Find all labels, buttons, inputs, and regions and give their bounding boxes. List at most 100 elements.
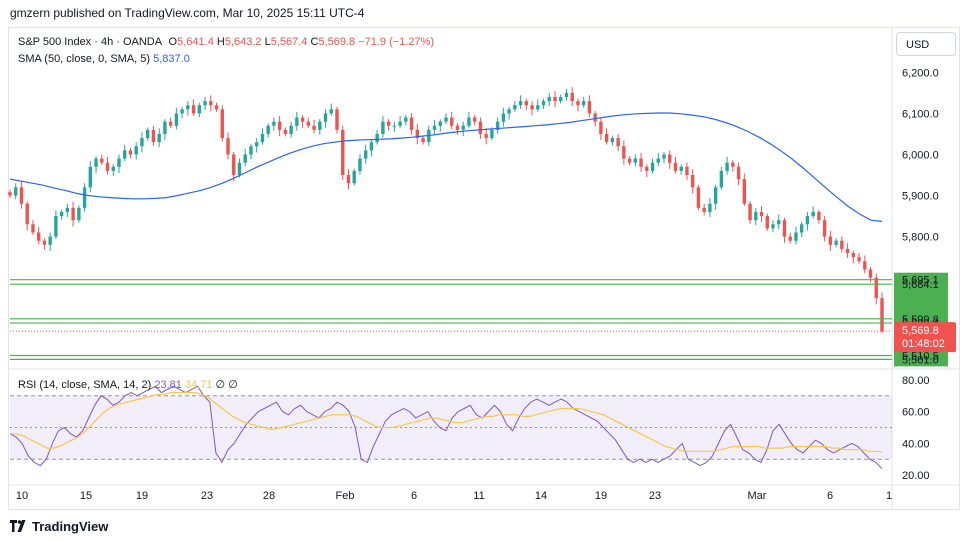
chart-canvas[interactable]: 6,200.06,100.06,000.05,900.05,800.05,695… [0, 0, 970, 545]
candle-body [484, 133, 488, 139]
candle-body [323, 113, 328, 122]
candle-body [547, 97, 551, 102]
candle-body [8, 192, 12, 196]
candle-body [794, 232, 798, 241]
candle-body [398, 121, 402, 126]
candle-body [817, 211, 821, 221]
candle-body [128, 150, 133, 155]
rsi-tick-label: 20.00 [902, 470, 930, 482]
candle-body [54, 216, 58, 237]
tradingview-brand: TradingView [32, 519, 109, 534]
sma-label[interactable]: SMA (50, close, 0, SMA, 5) [18, 53, 150, 65]
candle-body [59, 211, 64, 217]
time-tick-label: 11 [473, 490, 484, 502]
candle-body [501, 113, 506, 122]
candle-body [14, 187, 18, 196]
candle-body [220, 109, 224, 139]
rsi-legend[interactable]: RSI (14, close, SMA, 14, 2) 23.81 34.71 … [18, 378, 238, 391]
time-tick-label: 23 [201, 490, 213, 502]
candle-body [828, 236, 833, 245]
candle-body [25, 203, 29, 225]
candle-body [71, 207, 75, 221]
candle-body [811, 211, 815, 217]
candle-body [421, 138, 425, 143]
candle-body [100, 158, 104, 163]
candle-body [662, 154, 666, 159]
candle-body [88, 166, 93, 188]
candle-body [48, 236, 52, 245]
candle-body [759, 211, 764, 217]
candle-body [604, 133, 609, 143]
rsi-value: 23.81 [154, 379, 182, 391]
candle-body [725, 162, 729, 171]
candle-body [123, 150, 127, 159]
candle-body [19, 187, 24, 204]
candle-body [673, 162, 678, 171]
candle-body [570, 92, 574, 102]
candle-body [754, 211, 758, 221]
candle-body [94, 158, 98, 167]
candle-body [868, 269, 873, 278]
candle-body [490, 129, 494, 139]
symbol-name[interactable]: S&P 500 Index · 4h · OANDA [18, 36, 161, 48]
candle-body [289, 125, 293, 134]
tradingview-logo-icon [10, 520, 26, 532]
candle-body [409, 117, 414, 130]
candle-body [254, 142, 259, 147]
change-value: −71.9 (−1.27%) [358, 36, 435, 48]
candle-body [341, 129, 345, 176]
candle-body [300, 117, 305, 122]
time-tick-label: 1 [886, 490, 892, 502]
candle-body [203, 101, 207, 106]
candle-body [668, 154, 672, 163]
time-tick-label: 19 [595, 490, 607, 502]
candle-body [369, 142, 374, 151]
currency-button[interactable]: USD [896, 32, 956, 56]
candle-body [163, 121, 167, 134]
candle-body [232, 154, 236, 176]
candle-body [736, 166, 741, 180]
candle-body [174, 113, 179, 126]
time-tick-label: 19 [136, 490, 148, 502]
symbol-legend[interactable]: S&P 500 Index · 4h · OANDA O5,641.4 H5,6… [18, 36, 434, 48]
candle-body [455, 125, 460, 130]
candle-body [306, 121, 311, 126]
candle-body [564, 92, 569, 98]
time-tick-label: 6 [827, 490, 833, 502]
candle-body [650, 162, 655, 171]
candles-group [8, 87, 884, 334]
candle-body [249, 146, 253, 155]
candle-body [536, 105, 540, 110]
candle-body [581, 101, 586, 106]
candle-body [467, 117, 471, 126]
candle-body [168, 121, 173, 126]
low-value: 5,567.4 [270, 36, 308, 48]
candle-body [472, 117, 477, 122]
candle-body [685, 166, 689, 176]
candle-body [312, 125, 316, 130]
time-tick-label: Feb [336, 490, 355, 502]
sma-legend[interactable]: SMA (50, close, 0, SMA, 5) 5,837.0 [18, 53, 190, 65]
candle-body [358, 158, 362, 171]
candle-body [639, 158, 643, 167]
candle-body [450, 117, 454, 126]
candle-body [530, 105, 534, 110]
candle-body [616, 138, 620, 147]
high-label: H [216, 36, 225, 48]
price-tick-label: 5,900.0 [902, 191, 939, 203]
candle-body [272, 121, 276, 126]
candle-body [381, 121, 385, 134]
rsi-label[interactable]: RSI (14, close, SMA, 14, 2) [18, 379, 151, 391]
candle-body [690, 175, 695, 188]
candle-body [713, 187, 718, 204]
time-tick-label: 10 [16, 490, 28, 502]
candle-body [145, 129, 150, 139]
candle-body [392, 125, 397, 127]
tradingview-logo[interactable]: TradingView [10, 519, 108, 534]
candle-body [335, 109, 339, 130]
candle-body [186, 105, 190, 110]
candle-body [111, 166, 115, 171]
candle-body [524, 101, 529, 106]
rsi-tick-label: 60.00 [902, 407, 930, 419]
price-tick-label: 6,000.0 [902, 149, 939, 161]
